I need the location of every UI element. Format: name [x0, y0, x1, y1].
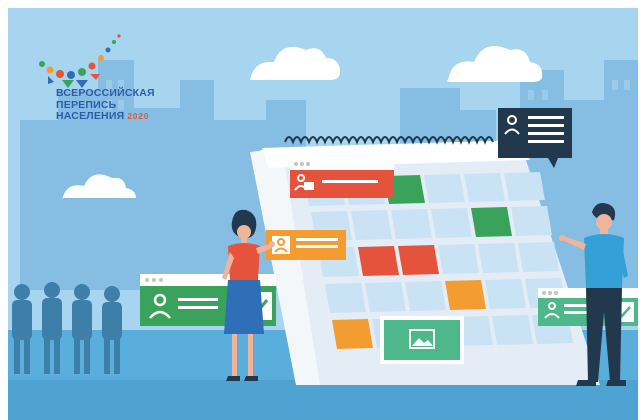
logo-line-1: ВСЕРОССИЙСКАЯ — [56, 87, 155, 99]
logo-year: 2020 — [127, 112, 150, 121]
census-illustration: ВСЕРОССИЙСКАЯ ПЕРЕПИСЬ НАСЕЛЕНИЯ 2020 — [0, 0, 643, 420]
user-card-red — [290, 158, 394, 198]
scene — [0, 0, 643, 420]
logo-line-3: НАСЕЛЕНИЯ 2020 — [56, 110, 150, 122]
census-logo: ВСЕРОССИЙСКАЯ ПЕРЕПИСЬ НАСЕЛЕНИЯ 2020 — [56, 87, 196, 123]
image-card — [380, 316, 464, 364]
id-card-orange — [266, 230, 346, 260]
